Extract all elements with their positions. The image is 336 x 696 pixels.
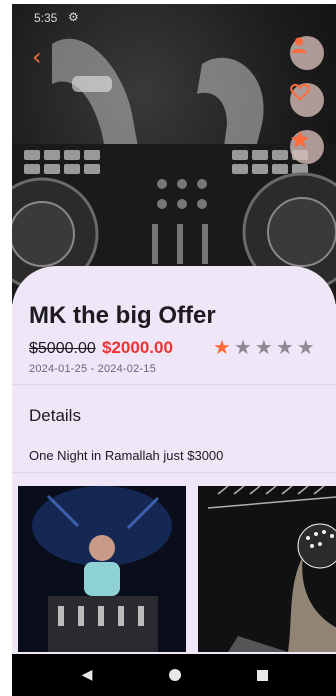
gear-icon: ⚙ [68, 10, 79, 24]
star-icon[interactable]: ★ [255, 336, 273, 358]
heart-outline-icon [290, 83, 310, 101]
date-range: 2024-01-25 - 2024-02-15 [29, 363, 156, 375]
person-icon [291, 37, 307, 53]
gallery-image[interactable] [18, 486, 186, 652]
gallery-image[interactable] [198, 486, 336, 652]
star-icon[interactable]: ★ [297, 336, 315, 358]
rating-stars[interactable]: ★ ★ ★ ★ ★ [213, 336, 315, 358]
offer-title: MK the big Offer [29, 302, 216, 329]
dj-performer-photo [18, 486, 186, 652]
star-icon[interactable]: ★ [234, 336, 252, 358]
system-nav-bar: ◀ [12, 654, 336, 696]
nav-back-icon[interactable]: ◀ [72, 654, 102, 696]
profile-button[interactable] [290, 36, 324, 70]
details-sheet: MK the big Offer $5000.00 $2000.00 ★ ★ ★… [12, 266, 336, 696]
hero-image: 5:35 ⚙ ‹ [12, 4, 336, 304]
divider [12, 384, 336, 385]
old-price: $5000.00 [29, 340, 96, 357]
star-icon[interactable]: ★ [276, 336, 294, 358]
dj-deck-photo [12, 38, 336, 304]
offer-description: One Night in Ramallah just $3000 [29, 448, 224, 463]
divider [12, 472, 336, 473]
nav-home-icon[interactable] [160, 654, 190, 696]
dj-performer-photo [198, 486, 336, 652]
favorite-button[interactable] [290, 83, 324, 117]
star-icon[interactable]: ★ [213, 336, 231, 358]
rate-button[interactable] [290, 130, 324, 164]
chevron-left-icon[interactable]: ‹ [32, 44, 56, 70]
image-gallery[interactable] [12, 486, 336, 652]
nav-recent-icon[interactable] [247, 654, 277, 696]
offer-detail-screen: 5:35 ⚙ ‹ MK the big Offer $5000.00 $2000… [12, 4, 336, 696]
new-price: $2000.00 [102, 338, 173, 357]
status-bar: 5:35 ⚙ [12, 4, 336, 30]
details-heading: Details [29, 406, 81, 425]
star-icon [291, 130, 309, 148]
status-time: 5:35 [34, 11, 58, 25]
